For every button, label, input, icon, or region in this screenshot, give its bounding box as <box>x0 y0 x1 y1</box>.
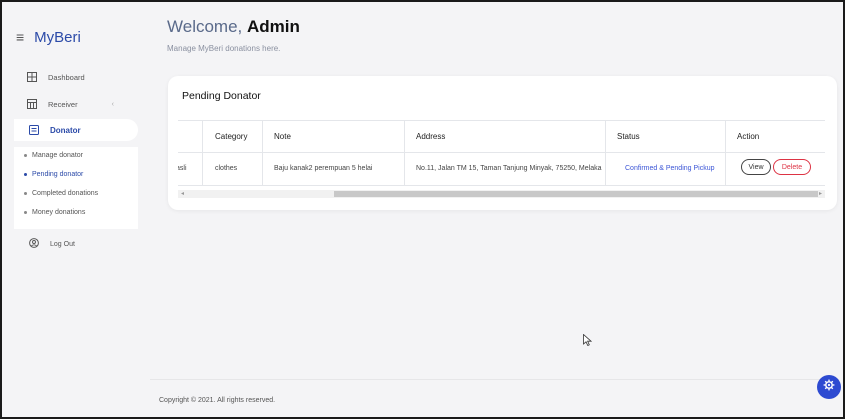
delete-button[interactable]: Delete <box>773 159 811 175</box>
sidebar-item-donator[interactable]: Donator <box>14 119 138 141</box>
mouse-pointer-icon <box>583 333 593 347</box>
table-column-action <box>726 121 825 185</box>
column-header-category[interactable]: Category <box>215 132 247 141</box>
pending-donator-card: Pending Donator Category Note Address St… <box>168 76 837 210</box>
row-divider <box>178 185 825 186</box>
app-frame: ≡ MyBeri Dashboard Receiver ‹ Donator Ma… <box>0 0 845 419</box>
table-icon <box>27 99 37 109</box>
table-cell-note: Baju kanak2 perempuan 5 helai <box>274 165 373 172</box>
app-title: MyBeri <box>34 28 81 46</box>
header-divider <box>178 152 825 153</box>
column-header-status[interactable]: Status <box>617 132 640 141</box>
copyright-text: Copyright © 2021. All rights reserved. <box>159 397 276 404</box>
sidebar-item-label: Donator <box>50 125 81 135</box>
view-button[interactable]: View <box>741 159 771 175</box>
sidebar-subitem-pending-donator[interactable]: Pending donator <box>24 171 83 178</box>
card-title: Pending Donator <box>182 90 261 102</box>
donator-table: Category Note Address Status Action asli… <box>178 120 825 186</box>
settings-fab-button[interactable] <box>817 375 841 399</box>
column-header-action[interactable]: Action <box>737 132 759 141</box>
table-column-note <box>263 121 405 185</box>
sidebar-subitem-manage-donator[interactable]: Manage donator <box>24 152 83 159</box>
page-subtitle: Manage MyBeri donations here. <box>167 44 281 53</box>
table-cell-address: No.11, Jalan TM 15, Taman Tanjung Minyak… <box>416 165 602 172</box>
sidebar-item-label: Dashboard <box>48 72 85 82</box>
column-header-address[interactable]: Address <box>416 132 445 141</box>
user-circle-icon <box>29 238 39 250</box>
scrollbar-thumb[interactable] <box>334 191 818 197</box>
hamburger-menu-icon[interactable]: ≡ <box>16 29 24 45</box>
subitem-label: Pending donator <box>32 171 84 178</box>
horizontal-scrollbar[interactable]: ◂ ▸ <box>178 190 825 198</box>
bullet-icon <box>24 192 27 195</box>
table-cell-category: clothes <box>215 165 238 172</box>
gear-icon <box>823 378 835 396</box>
bullet-icon <box>24 173 27 176</box>
sidebar-item-dashboard[interactable]: Dashboard <box>12 66 136 88</box>
welcome-name: Admin <box>247 17 300 36</box>
table-column-clipped <box>178 121 203 185</box>
scroll-left-icon[interactable]: ◂ <box>181 190 184 197</box>
status-badge: Confirmed & Pending Pickup <box>625 165 715 172</box>
donator-submenu <box>14 147 138 229</box>
subitem-label: Manage donator <box>32 152 83 159</box>
chevron-left-icon: ‹ <box>111 100 114 108</box>
sidebar-item-logout[interactable]: Log Out <box>29 238 75 250</box>
table-cell-clipped: asli <box>178 165 187 172</box>
page-title: Welcome, Admin <box>167 17 300 37</box>
table-column-address <box>405 121 606 185</box>
list-icon <box>29 125 39 135</box>
logout-label: Log Out <box>50 240 75 248</box>
sidebar-item-receiver[interactable]: Receiver ‹ <box>12 93 136 115</box>
table-column-status <box>606 121 726 185</box>
bullet-icon <box>24 211 27 214</box>
subitem-label: Money donations <box>32 209 86 216</box>
column-header-note[interactable]: Note <box>274 132 291 141</box>
sidebar-subitem-completed-donations[interactable]: Completed donations <box>24 190 98 197</box>
brand: ≡ MyBeri <box>16 25 81 49</box>
sidebar-subitem-money-donations[interactable]: Money donations <box>24 209 85 216</box>
table-column-category <box>203 121 263 185</box>
bullet-icon <box>24 154 27 157</box>
sidebar-item-label: Receiver <box>48 99 78 109</box>
scroll-right-icon[interactable]: ▸ <box>819 190 822 197</box>
footer-divider <box>150 379 839 380</box>
welcome-prefix: Welcome, <box>167 17 243 36</box>
subitem-label: Completed donations <box>32 190 99 197</box>
grid-icon <box>27 72 37 82</box>
